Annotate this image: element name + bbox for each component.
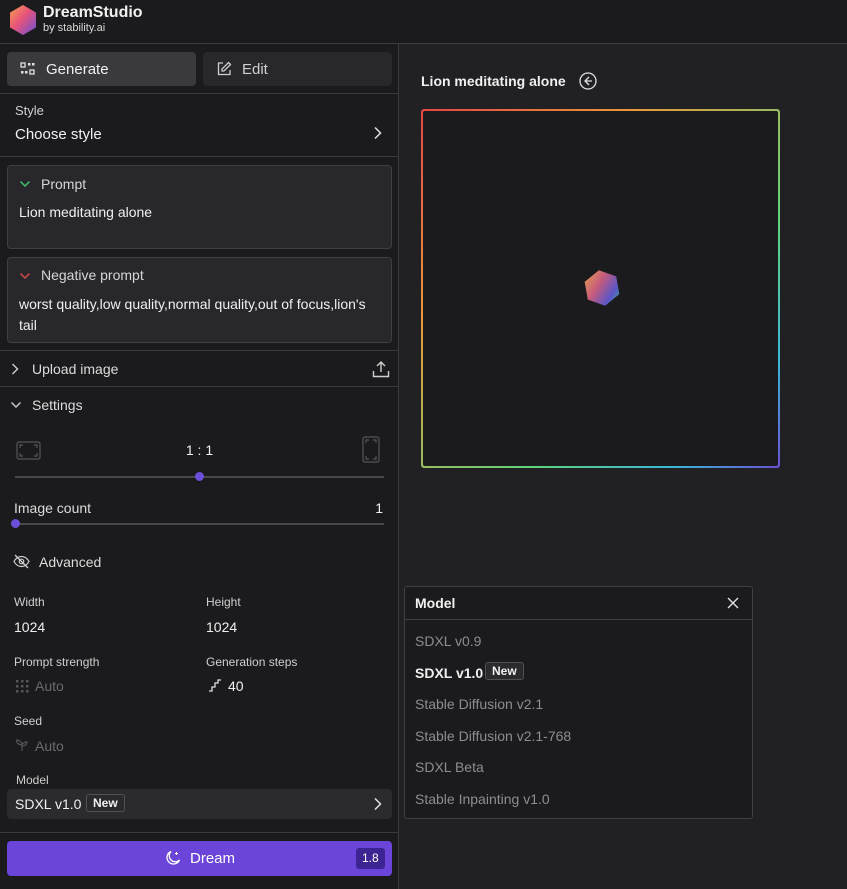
brand[interactable]: DreamStudio by stability.ai: [43, 4, 143, 35]
model-value: SDXL v1.0: [15, 796, 82, 812]
upload-image-label: Upload image: [32, 361, 119, 377]
divider: [0, 386, 399, 387]
model-selector[interactable]: SDXL v1.0 New: [7, 789, 392, 819]
style-label: Style: [15, 103, 44, 118]
app-byline: by stability.ai: [43, 22, 106, 34]
close-icon[interactable]: [726, 596, 740, 610]
negative-prompt-box[interactable]: Negative prompt worst quality,low qualit…: [7, 257, 392, 343]
dream-button[interactable]: Dream 1.8: [7, 841, 392, 876]
edit-icon: [217, 61, 232, 76]
model-option[interactable]: SDXL v0.9: [415, 633, 481, 649]
height-value[interactable]: 1024: [206, 619, 237, 635]
image-canvas[interactable]: [421, 109, 780, 468]
model-option-selected[interactable]: SDXL v1.0: [415, 665, 483, 681]
height-label: Height: [206, 595, 241, 609]
divider: [0, 350, 399, 351]
seed-label: Seed: [14, 714, 43, 728]
portrait-ratio-icon[interactable]: [362, 436, 380, 463]
image-count-label: Image count: [14, 500, 92, 516]
eye-off-icon: [13, 554, 30, 569]
sprout-icon: [15, 739, 28, 751]
prompt-strength-label: Prompt strength: [14, 655, 100, 669]
prompt-strength-value[interactable]: Auto: [35, 678, 64, 694]
divider: [0, 156, 399, 157]
seed-value[interactable]: Auto: [35, 738, 64, 754]
canvas-placeholder: [423, 111, 778, 466]
model-label: Model: [16, 773, 49, 787]
aspect-ratio-value: 1 : 1: [185, 442, 214, 458]
image-count-value: 1: [375, 500, 383, 516]
upload-icon[interactable]: [372, 360, 390, 378]
result-prompt-title: Lion meditating alone: [421, 73, 566, 89]
chevron-down-icon[interactable]: [19, 272, 31, 280]
tab-edit-label: Edit: [242, 60, 268, 78]
image-count-slider-thumb[interactable]: [10, 519, 20, 528]
model-dropdown: Model SDXL v0.9 SDXL v1.0 New Stable Dif…: [404, 586, 753, 819]
aspect-ratio-slider-thumb[interactable]: [195, 472, 204, 481]
moon-icon: [166, 850, 181, 865]
prompt-title: Prompt: [41, 176, 87, 192]
prompt-box[interactable]: Prompt Lion meditating alone: [7, 165, 392, 249]
new-badge: New: [86, 794, 125, 812]
tab-generate-label: Generate: [46, 60, 109, 78]
grid-icon: [20, 62, 35, 75]
dream-button-label: Dream: [190, 850, 236, 867]
dreamstudio-logo-icon[interactable]: [8, 4, 38, 36]
dots-grid-icon: [16, 680, 29, 693]
image-count-slider[interactable]: [15, 523, 384, 525]
model-option[interactable]: SDXL Beta: [415, 759, 484, 775]
tab-edit[interactable]: Edit: [203, 52, 392, 86]
generation-steps-value[interactable]: 40: [228, 678, 244, 694]
app-name: DreamStudio: [43, 4, 143, 21]
divider: [0, 93, 399, 94]
width-value[interactable]: 1024: [14, 619, 45, 635]
divider: [405, 619, 752, 620]
sidebar: Generate Edit Style Choose style Prompt …: [0, 44, 399, 889]
chevron-right-icon: [374, 126, 382, 140]
chevron-right-icon: [12, 363, 19, 375]
top-bar: DreamStudio by stability.ai: [0, 0, 847, 44]
model-dropdown-title: Model: [415, 595, 456, 611]
prompt-text[interactable]: Lion meditating alone: [19, 202, 379, 223]
advanced-label: Advanced: [39, 554, 102, 570]
model-option[interactable]: Stable Diffusion v2.1: [415, 696, 543, 712]
negative-prompt-title: Negative prompt: [41, 267, 144, 283]
chevron-down-icon[interactable]: [19, 180, 31, 188]
model-option[interactable]: Stable Inpainting v1.0: [415, 791, 550, 807]
loading-hexagon-icon: [584, 270, 620, 306]
credit-cost-badge: 1.8: [356, 848, 385, 869]
chevron-down-icon: [11, 402, 21, 408]
steps-icon: [209, 679, 221, 692]
model-option[interactable]: Stable Diffusion v2.1-768: [415, 728, 571, 744]
generation-steps-label: Generation steps: [206, 655, 298, 669]
arrow-left-circle-icon[interactable]: [579, 72, 597, 90]
settings-label: Settings: [32, 397, 83, 413]
chevron-right-icon: [374, 797, 382, 811]
divider: [0, 832, 399, 833]
negative-prompt-text[interactable]: worst quality,low quality,normal quality…: [19, 294, 379, 336]
new-badge: New: [485, 662, 524, 680]
width-label: Width: [14, 595, 45, 609]
style-value: Choose style: [15, 126, 102, 143]
tab-generate[interactable]: Generate: [7, 52, 196, 86]
